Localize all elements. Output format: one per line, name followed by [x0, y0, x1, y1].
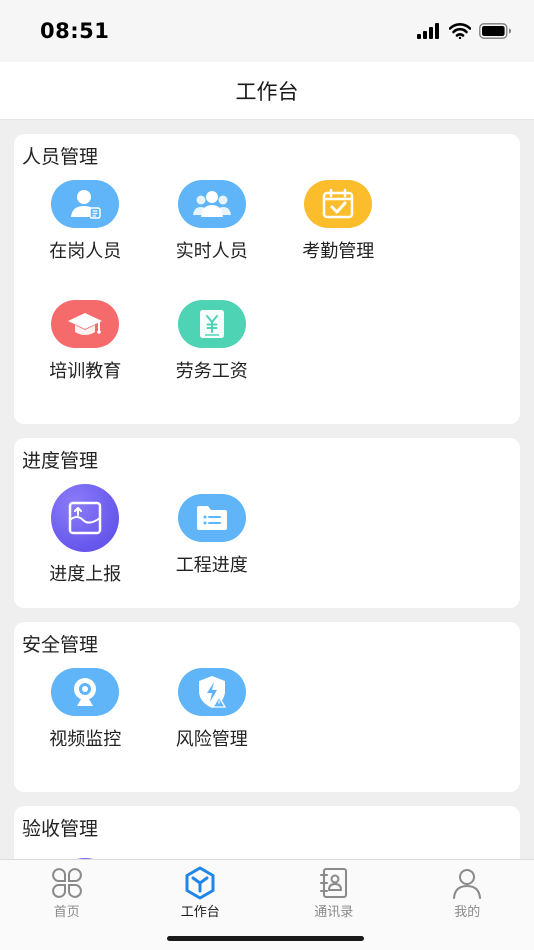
status-bar: 08:51 — [0, 0, 534, 62]
home-indicator — [167, 936, 364, 941]
phone-screen: 08:51 工作台 人员管理 在岗人员 实时人员 考勤管理 培训教育 劳务工资 … — [0, 0, 534, 950]
menu-item-label: 在岗人员 — [49, 241, 122, 262]
menu-item-project-progress[interactable]: 工程进度 — [149, 480, 276, 600]
menu-item-label: 风险管理 — [175, 729, 248, 750]
status-icons — [417, 23, 512, 39]
workbench-content[interactable]: 人员管理 在岗人员 实时人员 考勤管理 培训教育 劳务工资 进度管理 进度上报 … — [0, 121, 534, 859]
tab-label: 我的 — [454, 905, 481, 920]
menu-item-realtime-staff[interactable]: 实时人员 — [149, 176, 276, 296]
section-grid: 进度上报 工程进度 — [22, 480, 512, 600]
contacts-book-icon — [319, 868, 347, 898]
battery-icon — [479, 23, 511, 39]
tab-mine[interactable]: 我的 — [401, 860, 534, 950]
profile-icon — [453, 869, 482, 899]
graduation-cap-icon — [51, 300, 120, 348]
folder-list-icon — [177, 494, 246, 542]
menu-item-label: 视频监控 — [49, 729, 122, 750]
section-title: 验收管理 — [22, 818, 99, 840]
section-safety: 安全管理 视频监控 风险管理 — [14, 622, 520, 792]
nav-bar: 工作台 — [0, 62, 534, 120]
section-title: 人员管理 — [22, 146, 99, 168]
section-personnel: 人员管理 在岗人员 实时人员 考勤管理 培训教育 劳务工资 — [14, 134, 520, 424]
home-clover-icon — [51, 868, 82, 898]
menu-item-on-duty-staff[interactable]: 在岗人员 — [22, 176, 149, 296]
tab-home[interactable]: 首页 — [0, 860, 134, 950]
page-title: 工作台 — [235, 79, 299, 104]
section-grid: 视频监控 风险管理 — [22, 664, 512, 784]
shield-warning-icon — [177, 668, 246, 716]
workbench-cube-icon — [185, 866, 215, 900]
yuan-document-icon — [177, 300, 246, 348]
menu-item-progress-report[interactable]: 进度上报 — [22, 480, 149, 600]
section-title: 进度管理 — [22, 450, 99, 472]
menu-item-video-monitoring[interactable]: 视频监控 — [22, 664, 149, 784]
section-grid: 在岗人员 实时人员 考勤管理 培训教育 劳务工资 — [22, 176, 512, 416]
section-title: 安全管理 — [22, 634, 99, 656]
wifi-icon — [449, 23, 471, 39]
tab-label: 首页 — [53, 905, 80, 920]
menu-item-label: 考勤管理 — [302, 241, 375, 262]
user-card-icon — [51, 180, 120, 228]
tab-label: 通讯录 — [314, 905, 354, 920]
menu-item-label: 培训教育 — [49, 361, 122, 382]
calendar-check-icon — [304, 180, 373, 228]
menu-item-label: 劳务工资 — [175, 361, 248, 382]
menu-item-attendance[interactable]: 考勤管理 — [275, 176, 402, 296]
menu-item-labor-wages[interactable]: 劳务工资 — [149, 296, 276, 416]
menu-item-label: 工程进度 — [175, 555, 248, 576]
menu-item-training[interactable]: 培训教育 — [22, 296, 149, 416]
webcam-icon — [51, 668, 120, 716]
tab-label: 工作台 — [180, 905, 220, 920]
menu-item-risk-management[interactable]: 风险管理 — [149, 664, 276, 784]
user-group-icon — [177, 180, 246, 228]
status-time: 08:51 — [40, 19, 110, 43]
section-acceptance: 验收管理 — [14, 806, 520, 859]
menu-item-label: 实时人员 — [175, 241, 248, 262]
cellular-signal-icon — [417, 23, 439, 39]
section-progress: 进度管理 进度上报 工程进度 — [14, 438, 520, 608]
upload-chart-icon — [51, 484, 120, 552]
menu-item-label: 进度上报 — [49, 564, 122, 585]
